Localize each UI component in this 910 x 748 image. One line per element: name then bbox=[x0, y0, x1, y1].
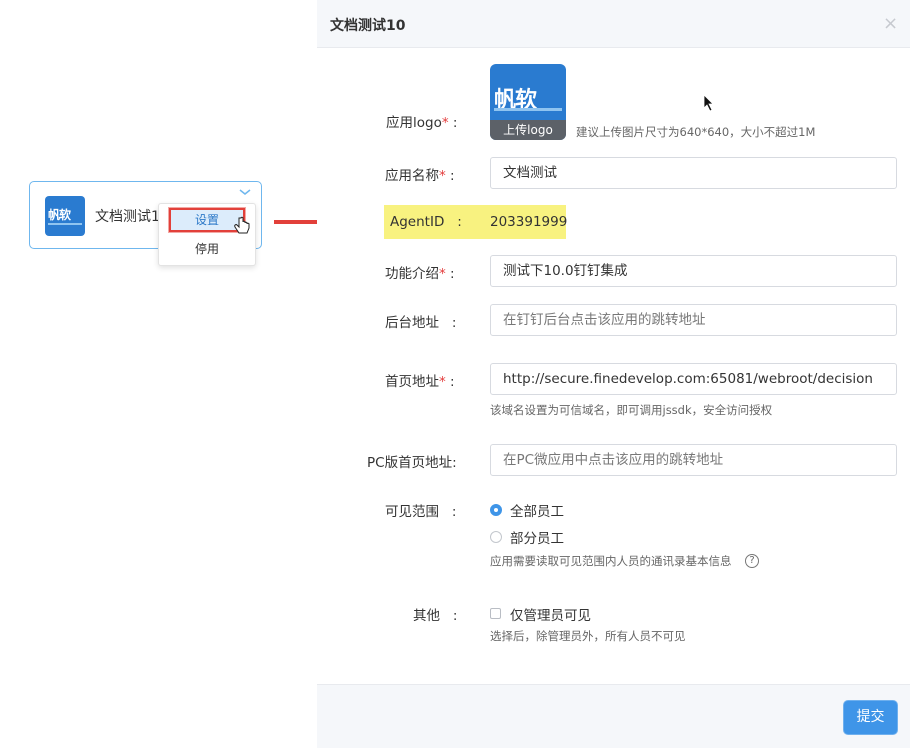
app-name: 文档测试1 bbox=[95, 209, 160, 225]
scope-all-radio[interactable] bbox=[490, 504, 502, 516]
logo-slogan-bar bbox=[494, 108, 562, 111]
intro-label: 功能介绍* : bbox=[385, 266, 455, 282]
logo-hint: 建议上传图片尺寸为640*640，大小不超过1M bbox=[576, 125, 816, 139]
intro-input[interactable]: 测试下10.0钉钉集成 bbox=[490, 255, 897, 287]
app-logo-slogan-bar bbox=[48, 223, 82, 225]
help-icon[interactable]: ? bbox=[745, 554, 759, 568]
scope-label: 可见范围 : bbox=[385, 504, 457, 520]
dialog-header bbox=[317, 0, 910, 48]
scope-part-radio[interactable] bbox=[490, 531, 502, 543]
logo-label: 应用logo* : bbox=[386, 115, 458, 131]
menu-item-disable[interactable]: 停用 bbox=[158, 240, 256, 257]
home-url-input[interactable]: http://secure.finedevelop.com:65081/webr… bbox=[490, 363, 897, 395]
scope-hint: 应用需要读取可见范围内人员的通讯录基本信息 bbox=[490, 554, 732, 568]
app-logo-text: 帆软 bbox=[48, 208, 71, 222]
scope-part-label[interactable]: 部分员工 bbox=[510, 527, 564, 547]
home-url-hint: 该域名设置为可信域名，即可调用jssdk，安全访问授权 bbox=[490, 403, 773, 417]
submit-button[interactable]: 提交 bbox=[844, 701, 897, 734]
mouse-pointer-icon bbox=[703, 94, 714, 112]
backend-url-input[interactable]: 在钉钉后台点击该应用的跳转地址 bbox=[490, 304, 897, 336]
pc-url-input[interactable]: 在PC微应用中点击该应用的跳转地址 bbox=[490, 444, 897, 476]
name-label: 应用名称* : bbox=[385, 168, 455, 184]
app-logo: 帆软 bbox=[45, 196, 85, 236]
admin-only-hint: 选择后，除管理员外，所有人员不可见 bbox=[490, 629, 686, 643]
scope-all-label[interactable]: 全部员工 bbox=[510, 500, 564, 520]
agentid-label: AgentID : bbox=[390, 214, 462, 230]
other-label: 其他 : bbox=[413, 608, 458, 624]
pc-url-label: PC版首页地址: bbox=[367, 455, 457, 471]
hand-cursor-icon bbox=[234, 216, 250, 234]
app-name-input[interactable]: 文档测试 bbox=[490, 157, 897, 189]
agentid-value: 203391999 bbox=[490, 214, 568, 230]
dialog-footer bbox=[317, 684, 910, 748]
home-label: 首页地址* : bbox=[385, 374, 455, 390]
chevron-down-icon[interactable] bbox=[238, 187, 252, 197]
dialog-title: 文档测试10 bbox=[330, 18, 406, 34]
logo-upload[interactable]: 帆软 上传logo bbox=[490, 64, 566, 140]
upload-logo-button[interactable]: 上传logo bbox=[490, 120, 566, 140]
admin-only-checkbox[interactable] bbox=[490, 608, 501, 619]
close-icon[interactable]: × bbox=[883, 13, 898, 34]
admin-only-label[interactable]: 仅管理员可见 bbox=[510, 604, 591, 624]
backend-label: 后台地址 : bbox=[385, 315, 457, 331]
